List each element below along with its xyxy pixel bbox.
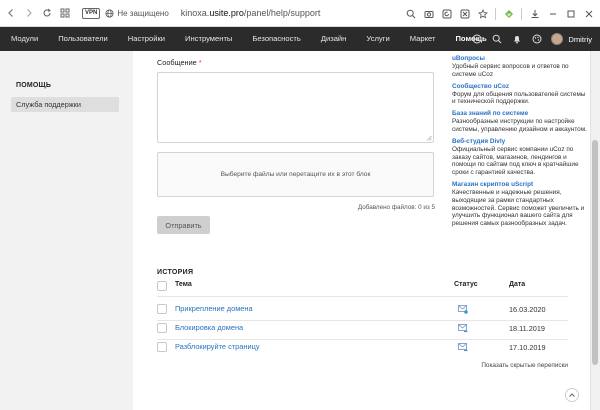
- vpn-badge[interactable]: VPN: [82, 7, 101, 19]
- resource-description: Официальный сервис компании uCoz по зака…: [452, 145, 579, 177]
- username[interactable]: Dmitriy: [568, 35, 592, 44]
- files-added-counter: Добавлено файлов: 0 из 5: [357, 204, 435, 211]
- nav-item-market[interactable]: Маркет: [399, 27, 445, 51]
- show-hidden-link[interactable]: Показать скрытые переписки: [440, 362, 568, 369]
- camera-icon[interactable]: [423, 8, 434, 19]
- ticket-replied-icon: [458, 324, 468, 333]
- close-icon[interactable]: [583, 8, 594, 19]
- chevron-up-icon: [569, 393, 575, 397]
- nav-item-security[interactable]: Безопасность: [241, 27, 309, 51]
- forward-icon[interactable]: [22, 6, 36, 20]
- resource-block: База знаний по системе Разнообразные инс…: [452, 110, 587, 134]
- column-date: Дата: [509, 281, 526, 288]
- nav-item-settings[interactable]: Настройки: [117, 27, 174, 51]
- table-row-subject[interactable]: Блокировка домена: [175, 323, 243, 332]
- reload-icon[interactable]: [40, 6, 54, 20]
- url-domain: usite.pro: [209, 8, 244, 18]
- sidebar-title: ПОМОЩЬ: [16, 82, 52, 89]
- resource-description: Форум для общения пользователей системы …: [452, 90, 586, 106]
- avatar[interactable]: [551, 33, 564, 45]
- file-dropzone[interactable]: Выберите файлы или перетащите их в этот …: [157, 152, 434, 197]
- resource-description: Удобный сервис вопросов и ответов по сис…: [452, 63, 569, 78]
- table-divider: [157, 296, 568, 297]
- resource-block: Магазин скриптов uScript Качественные и …: [452, 181, 587, 228]
- resource-link[interactable]: Магазин скриптов uScript: [452, 181, 587, 189]
- table-row-date: 18.11.2019: [509, 324, 545, 333]
- ticket-read-icon: [458, 305, 468, 314]
- row-checkbox[interactable]: [157, 323, 167, 333]
- table-divider: [157, 339, 568, 340]
- back-icon[interactable]: [4, 6, 18, 20]
- nav-item-design[interactable]: Дизайн: [310, 27, 356, 51]
- resource-description: Разнообразные инструкции по настройке си…: [452, 118, 587, 133]
- download-icon[interactable]: [529, 8, 540, 19]
- palette-icon[interactable]: [531, 34, 542, 45]
- add-icon[interactable]: [471, 34, 482, 45]
- table-row-date: 17.10.2019: [509, 343, 546, 352]
- bookmark-star-icon[interactable]: [477, 8, 488, 19]
- globe-icon: [105, 8, 114, 18]
- toolbar-separator: [521, 7, 522, 20]
- browser-toolbar: VPN Не защищено kinoxa.usite.pro/panel/h…: [0, 0, 600, 27]
- help-resources: uВопросы Удобный сервис вопросов и ответ…: [452, 55, 587, 232]
- scrollbar-thumb[interactable]: [592, 140, 598, 365]
- url-path: /panel/help/support: [243, 8, 321, 18]
- nav-item-users[interactable]: Пользователи: [47, 27, 117, 51]
- sidebar-item-support[interactable]: Служба поддержки: [11, 97, 119, 112]
- resource-description: Качественные и надежные решения, выходящ…: [452, 188, 585, 228]
- table-row-subject[interactable]: Прикрепление домена: [175, 304, 253, 313]
- notifications-bell-icon[interactable]: [511, 34, 522, 45]
- resource-link[interactable]: База знаний по системе: [452, 110, 587, 118]
- minimize-icon[interactable]: [547, 8, 558, 19]
- nav-item-services[interactable]: Услуги: [355, 27, 398, 51]
- history-title: ИСТОРИЯ: [157, 269, 194, 276]
- extension-icon[interactable]: [503, 8, 514, 19]
- table-row-subject[interactable]: Разблокируйте страницу: [175, 342, 260, 351]
- resize-grip-icon[interactable]: [426, 135, 432, 141]
- resource-link[interactable]: Сообщество uCoz: [452, 83, 587, 91]
- panel-top-nav: Модули Пользователи Настройки Инструмент…: [0, 27, 600, 51]
- message-label-text: Сообщение: [157, 58, 197, 67]
- message-label: Сообщение *: [157, 58, 202, 67]
- search-icon[interactable]: [405, 8, 416, 19]
- nav-item-modules[interactable]: Модули: [0, 27, 47, 51]
- table-row-date: 16.03.2020: [509, 305, 546, 314]
- panel-search-icon[interactable]: [491, 34, 502, 45]
- table-divider: [157, 320, 568, 321]
- column-status: Статус: [454, 281, 478, 288]
- refresh-page-icon[interactable]: [441, 8, 452, 19]
- message-textarea[interactable]: [157, 72, 434, 143]
- resource-block: Веб-студия Divly Официальный сервис комп…: [452, 138, 587, 177]
- resource-link[interactable]: Веб-студия Divly: [452, 138, 587, 146]
- resource-block: Сообщество uCoz Форум для общения пользо…: [452, 83, 587, 107]
- resource-block: uВопросы Удобный сервис вопросов и ответ…: [452, 55, 587, 79]
- required-mark: *: [198, 58, 202, 67]
- send-button[interactable]: Отправить: [157, 216, 210, 234]
- block-icon[interactable]: [459, 8, 470, 19]
- tabs-grid-icon[interactable]: [58, 6, 72, 20]
- security-status[interactable]: Не защищено: [117, 9, 168, 18]
- nav-item-tools[interactable]: Инструменты: [174, 27, 241, 51]
- scroll-to-top-button[interactable]: [565, 388, 579, 402]
- select-all-checkbox[interactable]: [157, 281, 167, 291]
- address-bar[interactable]: kinoxa.usite.pro/panel/help/support: [181, 8, 321, 18]
- left-sidebar: ПОМОЩЬ Служба поддержки: [0, 51, 133, 410]
- row-checkbox[interactable]: [157, 304, 167, 314]
- ticket-replied-icon: [458, 343, 468, 352]
- row-checkbox[interactable]: [157, 342, 167, 352]
- toolbar-separator: [495, 7, 496, 20]
- resource-link[interactable]: uВопросы: [452, 55, 587, 63]
- maximize-icon[interactable]: [565, 8, 576, 19]
- url-host: kinoxa.: [180, 8, 210, 18]
- column-subject: Тема: [175, 281, 192, 288]
